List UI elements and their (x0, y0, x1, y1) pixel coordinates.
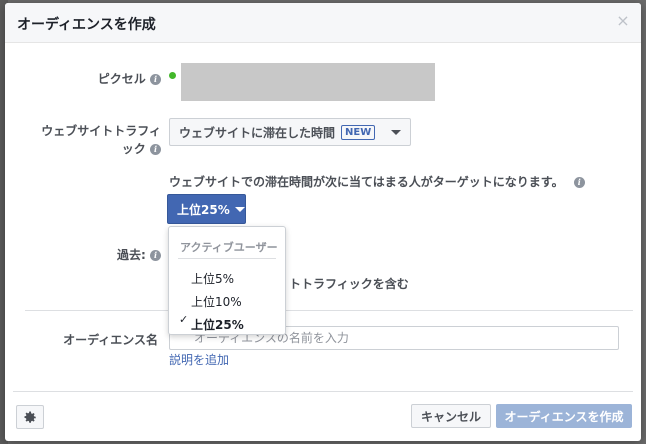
traffic-select-value: ウェブサイトに滞在した時間 (179, 125, 336, 140)
menu-item-top10[interactable]: 上位10% (191, 293, 242, 310)
create-audience-button[interactable]: オーディエンスを作成 (496, 404, 632, 428)
create-audience-dialog: オーディエンスを作成 × ピクセル i ウェブサイトトラフィ ック i ウェブサ… (5, 3, 641, 441)
chevron-down-icon (391, 130, 401, 135)
add-description-link[interactable]: 説明を追加 (169, 351, 229, 368)
info-icon[interactable]: i (150, 250, 161, 261)
pixel-label: ピクセル (97, 72, 146, 86)
pixel-status-dot (169, 72, 176, 79)
close-icon[interactable]: × (615, 13, 631, 29)
new-badge: NEW (341, 124, 376, 140)
check-icon: ✓ (179, 313, 189, 326)
cancel-button[interactable]: キャンセル (411, 404, 491, 428)
traffic-label-line2-wrap: ック i (25, 140, 161, 158)
menu-item-top25[interactable]: 上位25% (191, 316, 244, 333)
footer-divider (13, 391, 633, 392)
chevron-down-icon (234, 206, 245, 212)
info-icon[interactable]: i (573, 177, 585, 188)
menu-item-top5[interactable]: 上位5% (191, 270, 234, 287)
audience-name-label: オーディエンス名 (63, 333, 158, 347)
menu-header: アクティブユーザー (180, 241, 278, 254)
percentile-dropdown-menu: アクティブユーザー 上位5% 上位10% ✓ 上位25% (168, 226, 286, 335)
percentile-dropdown-button[interactable]: 上位25% (167, 194, 246, 224)
dialog-title: オーディエンスを作成 (17, 17, 156, 33)
settings-button[interactable] (16, 405, 44, 429)
targeting-helper-text: ウェブサイトでの滞在時間が次に当てはまる人がターゲットになります。 i (169, 173, 585, 190)
traffic-label-row: ウェブサイトトラフィ ック i (25, 122, 161, 158)
info-icon[interactable]: i (150, 144, 161, 155)
gear-icon (23, 410, 36, 423)
traffic-label-line1: ウェブサイトトラフィ (41, 124, 161, 138)
percentile-button-label: 上位25% (177, 202, 230, 217)
traffic-type-select[interactable]: ウェブサイトに滞在した時間 NEW (169, 118, 411, 146)
menu-divider (178, 258, 276, 259)
info-icon[interactable]: i (150, 74, 161, 85)
include-traffic-text: トトラフィックを含む (289, 277, 409, 291)
past-label: 過去: (117, 248, 146, 262)
divider (25, 310, 633, 311)
traffic-label-line2: ック (121, 142, 146, 156)
past-label-row: 過去: i (65, 246, 161, 263)
dialog-header: オーディエンスを作成 × (5, 3, 641, 43)
helper-text: ウェブサイトでの滞在時間が次に当てはまる人がターゲットになります。 (169, 175, 564, 189)
pixel-label-row: ピクセル i (65, 70, 161, 87)
pixel-redacted-name (181, 63, 435, 101)
